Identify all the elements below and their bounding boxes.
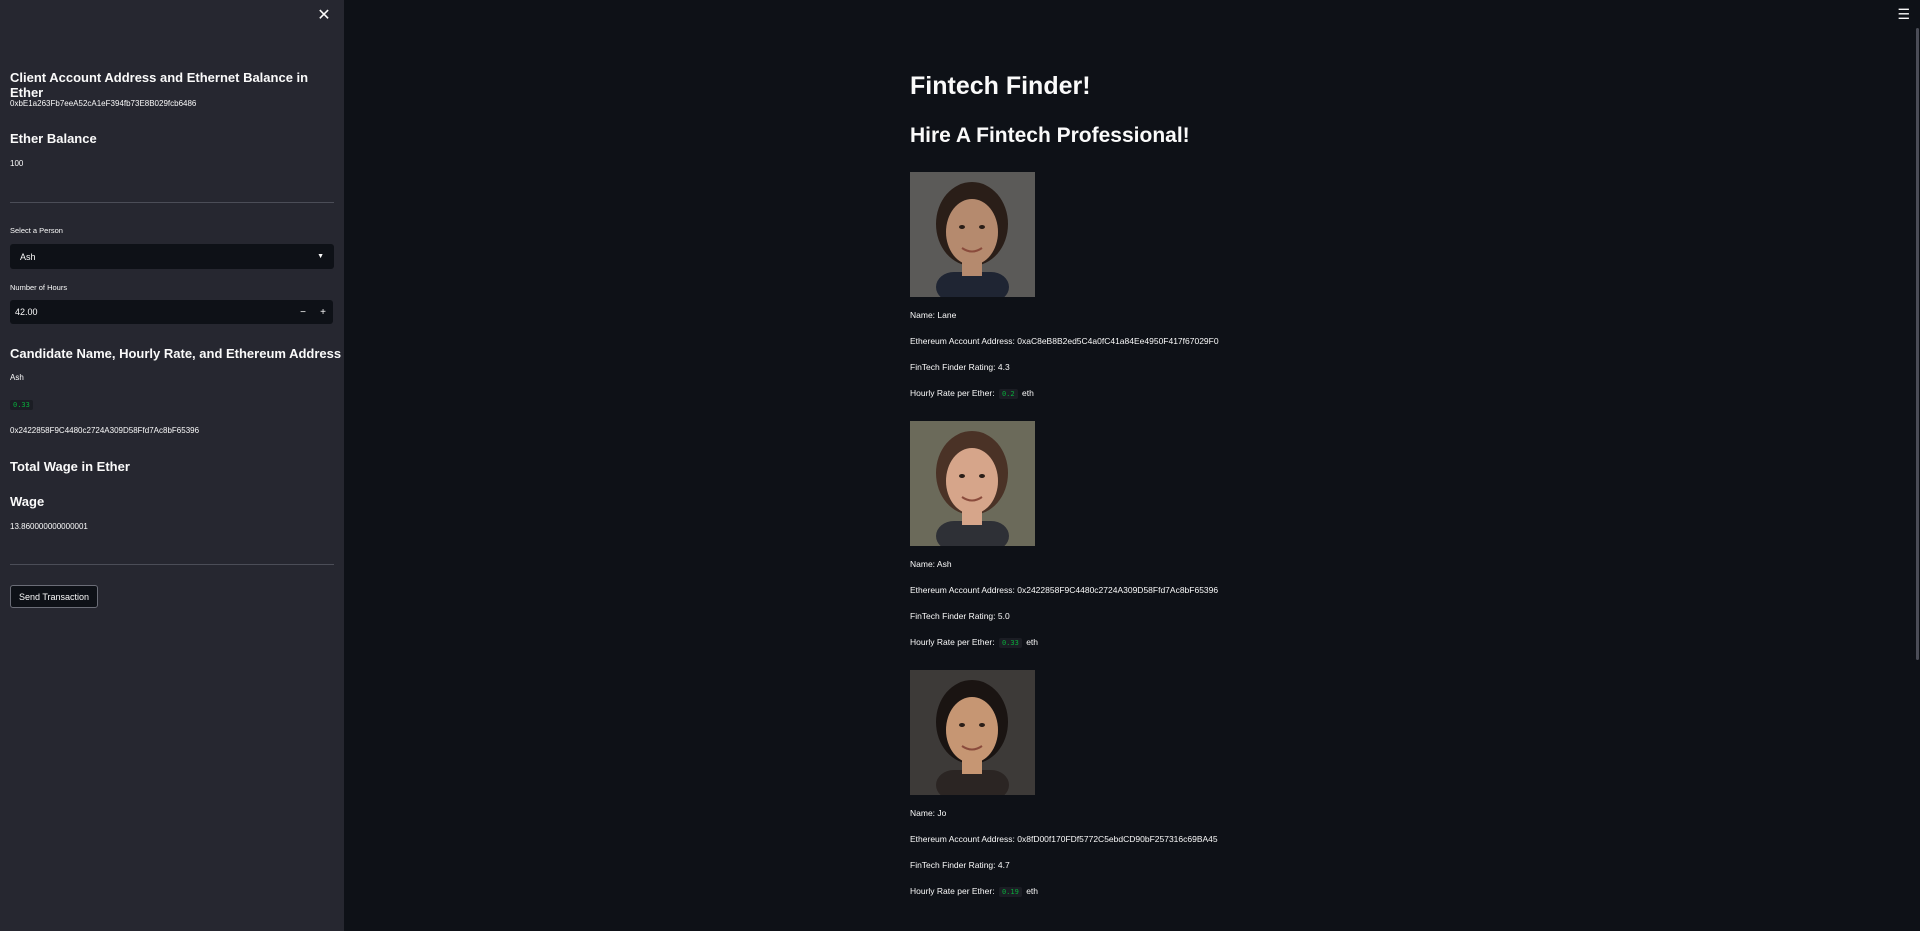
candidate-address: Ethereum Account Address: 0x8fD00f170FDf… [910,834,1218,844]
chevron-down-icon: ▼ [317,253,324,260]
scrollbar[interactable] [1916,28,1919,660]
person-select[interactable]: Ash ▼ [10,244,334,269]
candidate-address: 0x2422858F9C4480c2724A309D58Ffd7Ac8bF653… [10,426,200,435]
rate-unit: eth [1026,637,1039,647]
hamburger-menu-icon[interactable]: ☰ [1897,6,1910,23]
send-transaction-button[interactable]: Send Transaction [10,585,98,608]
rate-prefix: Hourly Rate per Ether: [910,637,995,647]
page-subtitle: Hire A Fintech Professional! [910,124,1190,147]
ether-balance-heading: Ether Balance [10,131,97,146]
candidate-rate: 0.33 [998,638,1022,648]
candidate-name: Ash [10,373,24,382]
close-sidebar-icon[interactable]: ✕ [314,6,334,26]
rate-unit: eth [1026,886,1039,896]
candidate-rating: FinTech Finder Rating: 5.0 [910,611,1010,621]
candidate-photo [910,670,1035,795]
hours-label: Number of Hours [10,283,68,292]
person-select-value: Ash [20,251,36,262]
candidate-rate: 0.19 [998,887,1022,897]
candidate-rating: FinTech Finder Rating: 4.3 [910,362,1010,372]
candidate-rate: 0.2 [998,389,1018,399]
wage-heading: Wage [10,494,45,509]
candidate-rate-line: Hourly Rate per Ether: 0.33 eth [910,637,1039,648]
candidate-rating: FinTech Finder Rating: 4.7 [910,860,1010,870]
sidebar: ✕ Client Account Address and Ethernet Ba… [0,0,344,931]
hours-field[interactable] [10,306,293,318]
rate-prefix: Hourly Rate per Ether: [910,388,995,398]
candidate-card: Name: Ash Ethereum Account Address: 0x242… [910,421,1310,671]
client-account-heading: Client Account Address and Ethernet Bala… [10,70,309,100]
decrement-button[interactable]: − [293,307,313,318]
increment-button[interactable]: + [313,307,333,318]
rate-prefix: Hourly Rate per Ether: [910,886,995,896]
client-address: 0xbE1a263Fb7eeA52cA1eF394fb73E8B029fcb64… [10,99,197,108]
candidate-rate: 0.33 [10,400,33,410]
candidate-card: Name: Lane Ethereum Account Address: 0xaC… [910,172,1310,422]
candidate-rate-line: Hourly Rate per Ether: 0.19 eth [910,886,1039,897]
candidate-heading: Candidate Name, Hourly Rate, and Ethereu… [10,346,342,361]
divider [10,564,334,565]
total-wage-heading: Total Wage in Ether [10,459,130,474]
candidate-photo [910,421,1035,546]
candidate-rate-line: Hourly Rate per Ether: 0.2 eth [910,388,1034,399]
select-person-label: Select a Person [10,226,63,235]
ether-balance-value: 100 [10,159,24,168]
candidate-name: Name: Jo [910,808,947,818]
candidate-name: Name: Ash [910,559,952,569]
candidate-name: Name: Lane [910,310,957,320]
candidate-address: Ethereum Account Address: 0x2422858F9C44… [910,585,1219,595]
rate-unit: eth [1021,388,1034,398]
hours-number-input: − + [10,300,333,324]
candidate-address: Ethereum Account Address: 0xaC8eB8B2ed5C… [910,336,1219,346]
divider [10,202,334,203]
candidate-photo [910,172,1035,297]
wage-value: 13.860000000000001 [10,522,88,531]
page-title: Fintech Finder! [910,72,1091,100]
candidate-card: Name: Jo Ethereum Account Address: 0x8fD0… [910,670,1310,920]
